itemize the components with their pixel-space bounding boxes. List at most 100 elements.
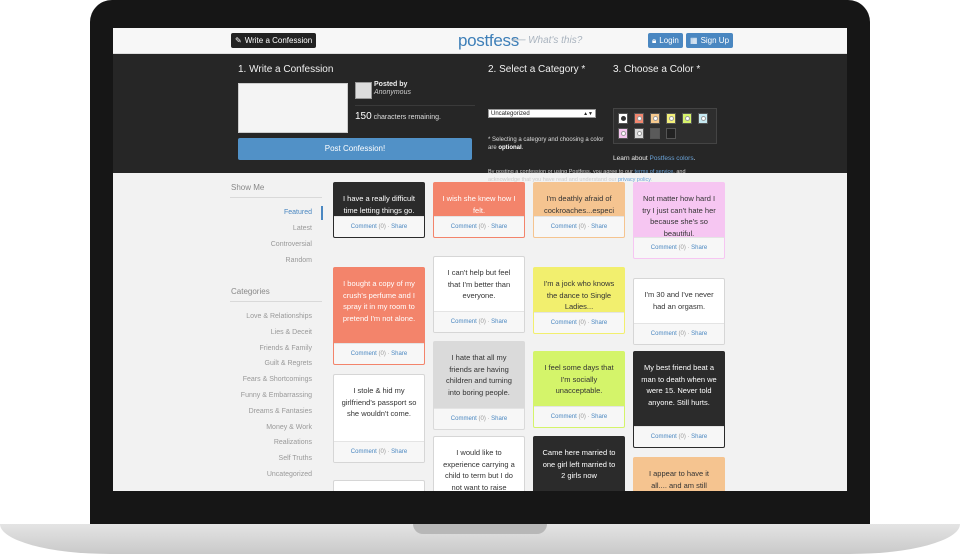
login-label: Login — [659, 36, 679, 45]
category-item[interactable]: Guilt & Regrets — [230, 360, 312, 367]
category-select[interactable]: Uncategorized ▲▼ — [488, 109, 596, 118]
comment-link[interactable]: Comment — [451, 224, 477, 230]
confession-text: I stole & hid my girlfriend's passport s… — [341, 386, 417, 418]
comment-link[interactable]: Comment — [551, 414, 577, 420]
step2-title: 2. Select a Category * — [488, 64, 586, 75]
comment-count: (0) — [378, 224, 386, 230]
category-item[interactable]: Fears & Shortcomings — [230, 376, 312, 383]
color-swatches — [613, 108, 717, 144]
show-me-item[interactable]: Random — [230, 257, 312, 264]
category-item[interactable]: Money & Work — [230, 424, 312, 431]
show-me-item[interactable]: Featured — [230, 209, 312, 216]
share-link[interactable]: Share — [491, 416, 507, 422]
confession-card[interactable]: I can't help but feel that I'm better th… — [433, 256, 525, 333]
card-actions: Comment (0) · Share — [634, 237, 724, 258]
radio-dot-icon — [701, 116, 706, 121]
confession-card[interactable]: I feel some days that I'm socially unacc… — [533, 351, 625, 428]
color-swatch[interactable] — [698, 113, 708, 124]
post-confession-button[interactable]: Post Confession! — [238, 138, 472, 160]
comment-link[interactable]: Comment — [651, 245, 677, 251]
color-swatch[interactable] — [666, 128, 676, 139]
confession-text: Came here married to one girl left marri… — [542, 448, 616, 480]
confession-card[interactable]: I love cats and hate — [333, 480, 425, 491]
share-link[interactable]: Share — [491, 224, 507, 230]
color-swatch[interactable] — [682, 113, 692, 124]
confession-card[interactable]: I hate that all my friends are having ch… — [433, 341, 525, 430]
card-actions: Comment (0) · Share — [334, 343, 424, 364]
comment-link[interactable]: Comment — [451, 416, 477, 422]
share-link[interactable]: Share — [391, 351, 407, 357]
color-swatch[interactable] — [634, 128, 644, 139]
write-confession-button[interactable]: ✎ Write a Confession — [231, 33, 317, 48]
comment-link[interactable]: Comment — [551, 320, 577, 326]
share-link[interactable]: Share — [591, 224, 607, 230]
radio-dot-icon — [669, 116, 674, 121]
category-item[interactable]: Funny & Embarrassing — [230, 392, 312, 399]
card-actions: Comment (0) · Share — [434, 216, 524, 237]
radio-dot-icon — [637, 131, 642, 136]
comment-link[interactable]: Comment — [351, 351, 377, 357]
confession-card[interactable]: I'm a jock who knows the dance to Single… — [533, 267, 625, 334]
comment-link[interactable]: Comment — [551, 224, 577, 230]
step3-title: 3. Choose a Color * — [613, 64, 701, 75]
category-item[interactable]: Realizations — [230, 439, 312, 446]
share-link[interactable]: Share — [691, 245, 707, 251]
category-item[interactable]: Lies & Deceit — [230, 329, 312, 336]
category-item[interactable]: Friends & Family — [230, 345, 312, 352]
share-link[interactable]: Share — [591, 320, 607, 326]
share-link[interactable]: Share — [591, 414, 607, 420]
show-me-item[interactable]: Latest — [230, 225, 312, 232]
comment-link[interactable]: Comment — [451, 319, 477, 325]
share-link[interactable]: Share — [691, 331, 707, 337]
color-swatch[interactable] — [618, 113, 628, 124]
category-item[interactable]: Love & Relationships — [230, 313, 312, 320]
confession-card[interactable]: I bought a copy of my crush's perfume an… — [333, 267, 425, 365]
confession-text: I bought a copy of my crush's perfume an… — [342, 279, 416, 323]
comment-count: (0) — [678, 434, 686, 440]
calendar-icon: ▦ — [690, 36, 698, 45]
category-item[interactable]: Uncategorized — [230, 471, 312, 478]
confession-card[interactable]: I have a really difficult time letting t… — [333, 182, 425, 238]
confession-textarea[interactable] — [238, 83, 348, 133]
comment-link[interactable]: Comment — [651, 331, 677, 337]
confession-card[interactable]: Not matter how hard I try I just can't h… — [633, 182, 725, 259]
show-me-item[interactable]: Controversial — [230, 241, 312, 248]
share-link[interactable]: Share — [691, 434, 707, 440]
confession-card[interactable]: I appear to have it all.... and am still — [633, 457, 725, 491]
comment-count: (0) — [578, 320, 586, 326]
pencil-icon: ✎ — [235, 36, 242, 45]
color-swatch[interactable] — [634, 113, 644, 124]
share-link[interactable]: Share — [391, 224, 407, 230]
color-swatch[interactable] — [650, 113, 660, 124]
category-item[interactable]: Dreams & Fantasies — [230, 408, 312, 415]
login-button[interactable]: 🔒︎ Login — [648, 33, 683, 48]
optional-note: * Selecting a category and choosing a co… — [488, 136, 604, 152]
comment-link[interactable]: Comment — [651, 434, 677, 440]
comment-link[interactable]: Comment — [351, 224, 377, 230]
postfess-logo[interactable]: postfess — [458, 31, 519, 51]
confession-card[interactable]: I'm 30 and I've never had an orgasm. Comm… — [633, 278, 725, 345]
share-link[interactable]: Share — [491, 319, 507, 325]
confession-card[interactable]: Came here married to one girl left marri… — [533, 436, 625, 491]
radio-dot-icon — [637, 116, 642, 121]
comment-link[interactable]: Comment — [351, 449, 377, 455]
category-item[interactable]: Self Truths — [230, 455, 312, 462]
learn-colors: Learn about Postfess colors. — [613, 155, 695, 162]
confession-card[interactable]: I would like to experience carrying a ch… — [433, 436, 525, 491]
whats-this-link[interactable]: ⟵ What's this? — [511, 34, 582, 48]
card-actions: Comment (0) · Share — [434, 311, 524, 332]
confession-card[interactable]: I'm deathly afraid of cockroaches...espe… — [533, 182, 625, 238]
postfess-colors-link[interactable]: Postfess colors — [650, 155, 694, 162]
color-swatch[interactable] — [666, 113, 676, 124]
signup-button[interactable]: ▦ Sign Up — [686, 33, 734, 48]
active-indicator — [321, 206, 323, 220]
laptop-notch — [413, 524, 547, 534]
terms-link[interactable]: terms of service — [634, 169, 673, 175]
color-swatch[interactable] — [650, 128, 660, 139]
anonymous-label: Anonymous — [374, 89, 411, 96]
confession-card[interactable]: I wish she knew how I felt. Comment (0) ·… — [433, 182, 525, 238]
confession-card[interactable]: I stole & hid my girlfriend's passport s… — [333, 374, 425, 463]
color-swatch[interactable] — [618, 128, 628, 139]
share-link[interactable]: Share — [391, 449, 407, 455]
confession-card[interactable]: My best friend beat a man to death when … — [633, 351, 725, 448]
